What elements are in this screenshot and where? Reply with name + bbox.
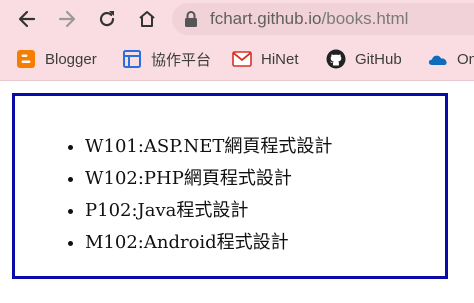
bookmark-blogger[interactable]: Blogger <box>16 46 97 72</box>
home-icon <box>137 9 157 29</box>
bookmark-label: Blogger <box>45 50 97 68</box>
book-item: P102:Java程式設計 <box>85 195 332 227</box>
sites-icon <box>122 49 142 69</box>
github-icon <box>326 49 346 69</box>
bookmark-github[interactable]: GitHub <box>326 46 402 72</box>
browser-toolbar: fchart.github.io/books.html <box>0 0 474 38</box>
lock-icon[interactable] <box>184 11 198 31</box>
browser-window: fchart.github.io/books.html Blogger 協作平台… <box>0 0 474 303</box>
book-item: M102:Android程式設計 <box>85 227 332 259</box>
bookmark-hinet[interactable]: HiNet <box>232 46 299 72</box>
url-text: fchart.github.io/books.html <box>210 8 408 30</box>
mail-icon <box>232 49 252 69</box>
bookmark-label: On <box>457 50 474 68</box>
onedrive-icon <box>428 49 448 69</box>
blogger-icon <box>16 49 36 69</box>
bookmark-label: GitHub <box>355 50 402 68</box>
url-domain: fchart.github.io <box>210 9 322 28</box>
arrow-left-icon <box>17 9 37 29</box>
bookmark-label: 協作平台 <box>151 51 212 69</box>
reload-icon <box>97 9 117 29</box>
bookmark-onedrive[interactable]: On <box>428 46 474 72</box>
book-list: W101:ASP.NET網頁程式設計 W102:PHP網頁程式設計 P102:J… <box>45 131 332 259</box>
forward-button[interactable] <box>52 4 82 34</box>
book-item: W101:ASP.NET網頁程式設計 <box>85 131 332 163</box>
book-list-frame: W101:ASP.NET網頁程式設計 W102:PHP網頁程式設計 P102:J… <box>12 93 448 279</box>
url-path: /books.html <box>321 9 409 28</box>
home-button[interactable] <box>132 4 162 34</box>
bookmark-label: HiNet <box>261 50 299 68</box>
bookmark-sites[interactable]: 協作平台 <box>122 46 211 72</box>
address-bar[interactable]: fchart.github.io/books.html <box>172 3 474 35</box>
back-button[interactable] <box>12 4 42 34</box>
page-content: W101:ASP.NET網頁程式設計 W102:PHP網頁程式設計 P102:J… <box>0 81 474 303</box>
book-item: W102:PHP網頁程式設計 <box>85 163 332 195</box>
bookmarks-bar: Blogger 協作平台 HiNet GitHub On <box>0 38 474 81</box>
arrow-right-icon <box>57 9 77 29</box>
reload-button[interactable] <box>92 4 122 34</box>
